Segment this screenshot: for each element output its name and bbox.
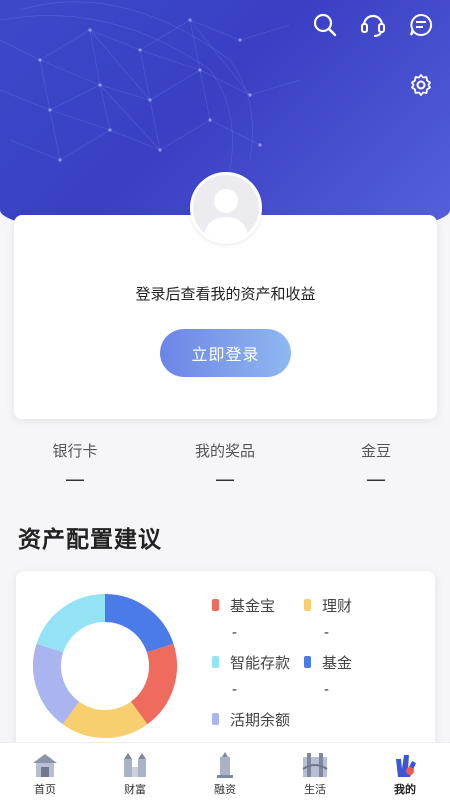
bottom-tab-bar: 首页 财富 融资 生活 我的 [0, 742, 450, 800]
legend-value: - [324, 682, 330, 698]
legend-name: 基金 [322, 654, 353, 672]
avatar[interactable] [190, 172, 262, 244]
user-avatar-icon [203, 189, 249, 241]
legend-name: 基金宝 [230, 597, 276, 615]
tab-life[interactable]: 生活 [270, 743, 360, 800]
stat-bank-card[interactable]: 银行卡 — [15, 440, 135, 491]
legend-name: 理财 [322, 597, 353, 615]
mine-icon [396, 755, 416, 777]
gear-icon[interactable] [406, 70, 436, 100]
wealth-icon [124, 753, 146, 777]
tab-home[interactable]: 首页 [0, 743, 90, 800]
stat-value: — [215, 467, 235, 491]
tab-label: 我的 [394, 783, 416, 796]
donut-segment [104, 594, 174, 654]
customer-service-icon[interactable] [358, 10, 388, 40]
tab-label: 融资 [214, 783, 236, 796]
legend-swatch [304, 656, 311, 668]
stat-label: 我的奖品 [194, 442, 255, 460]
donut-segment [62, 701, 148, 738]
tab-finance[interactable]: 融资 [180, 743, 270, 800]
login-card: 登录后查看我的资产和收益 立即登录 [14, 215, 437, 419]
allocation-card: 基金宝 - 理财 - 智能存款 - 基金 - 活期余额 [16, 571, 435, 771]
tab-label: 财富 [124, 783, 146, 796]
donut-segment [36, 594, 106, 654]
stat-value: — [65, 467, 85, 491]
tab-label: 生活 [304, 783, 326, 796]
stat-prizes[interactable]: 我的奖品 — [165, 440, 285, 491]
search-icon[interactable] [310, 10, 340, 40]
legend-swatch [212, 713, 219, 725]
stat-label: 金豆 [360, 442, 391, 460]
legend-name: 活期余额 [230, 711, 291, 729]
allocation-donut [33, 594, 177, 738]
legend-swatch [304, 599, 311, 611]
section-title: 资产配置建议 [18, 527, 162, 553]
header-actions [310, 10, 436, 40]
tab-mine[interactable]: 我的 [360, 743, 450, 800]
home-icon [33, 754, 57, 777]
legend-value: - [232, 682, 238, 698]
legend-value: - [324, 625, 330, 641]
stat-value: — [366, 467, 386, 491]
tab-wealth[interactable]: 财富 [90, 743, 180, 800]
donut-segment [33, 643, 80, 725]
stat-gold-beans[interactable]: 金豆 — [316, 440, 436, 491]
login-hint: 登录后查看我的资产和收益 [135, 285, 316, 303]
stat-label: 银行卡 [52, 442, 98, 460]
legend-swatch [212, 599, 219, 611]
account-stats: 银行卡 — 我的奖品 — 金豆 — [0, 440, 450, 500]
message-icon[interactable] [406, 10, 436, 40]
donut-segment [130, 643, 177, 725]
life-icon [302, 753, 328, 777]
finance-icon [217, 752, 233, 778]
legend-value: - [232, 625, 238, 641]
legend-swatch [212, 656, 219, 668]
login-button[interactable]: 立即登录 [160, 329, 291, 377]
legend-name: 智能存款 [230, 654, 291, 672]
tab-label: 首页 [34, 783, 56, 796]
